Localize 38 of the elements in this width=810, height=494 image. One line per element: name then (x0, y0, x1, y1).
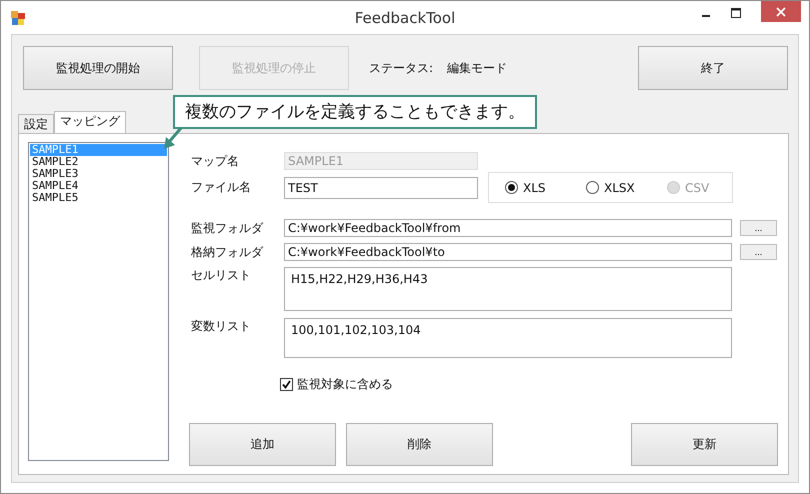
field-label: 監視フォルダ (190, 220, 264, 236)
window-title: FeedbackTool (354, 8, 456, 26)
field-label: セルリスト (190, 267, 252, 284)
close-button[interactable] (761, 1, 801, 22)
folder-field[interactable]: C:¥work¥FeedbackTool¥to (284, 243, 732, 261)
start-monitoring-button[interactable]: 監視処理の開始 (23, 46, 173, 90)
update-button[interactable]: 更新 (631, 423, 778, 466)
tab[interactable]: 設定 (18, 114, 54, 133)
status-label: ステータス: (369, 60, 434, 76)
folder-field[interactable]: C:¥work¥FeedbackTool¥from (284, 219, 732, 237)
file-name-field[interactable]: TEST (284, 176, 478, 198)
list-item[interactable]: SAMPLE2 (30, 156, 167, 168)
delete-button[interactable]: 削除 (346, 423, 493, 466)
exit-button[interactable]: 終了 (638, 46, 788, 90)
list-item[interactable]: SAMPLE3 (30, 168, 167, 180)
add-button[interactable]: 追加 (189, 423, 336, 466)
callout-arrow (163, 127, 183, 151)
list-text-area[interactable]: 100,101,102,103,104 (284, 318, 732, 358)
include-checkbox[interactable]: 監視対象に含める (280, 376, 393, 393)
status-value: 編集モード (447, 60, 508, 76)
field-label: ファイル名 (190, 179, 252, 196)
field-label: 変数リスト (190, 318, 252, 335)
map-list[interactable]: SAMPLE1 SAMPLE2 SAMPLE3 SAMPLE4 SAMPLE5 (28, 142, 169, 461)
list-item[interactable]: SAMPLE4 (30, 180, 167, 192)
list-text-area[interactable]: H15,H22,H29,H36,H43 (284, 267, 732, 311)
tab[interactable]: マッピング (54, 111, 126, 133)
field-label: 格納フォルダ (190, 244, 264, 260)
maximize-icon[interactable] (731, 8, 741, 18)
close-icon (776, 6, 786, 16)
check-icon (281, 379, 292, 390)
callout: 複数のファイルを定義することもできます。 (173, 95, 537, 129)
browse-button[interactable]: ... (740, 220, 777, 236)
format-radio[interactable]: XLS (489, 180, 570, 194)
browse-button[interactable]: ... (740, 244, 777, 260)
app-icon (11, 10, 25, 24)
format-radio[interactable]: XLSX (570, 180, 651, 194)
field-label: マップ名 (190, 152, 240, 170)
list-item[interactable]: SAMPLE5 (30, 192, 167, 204)
